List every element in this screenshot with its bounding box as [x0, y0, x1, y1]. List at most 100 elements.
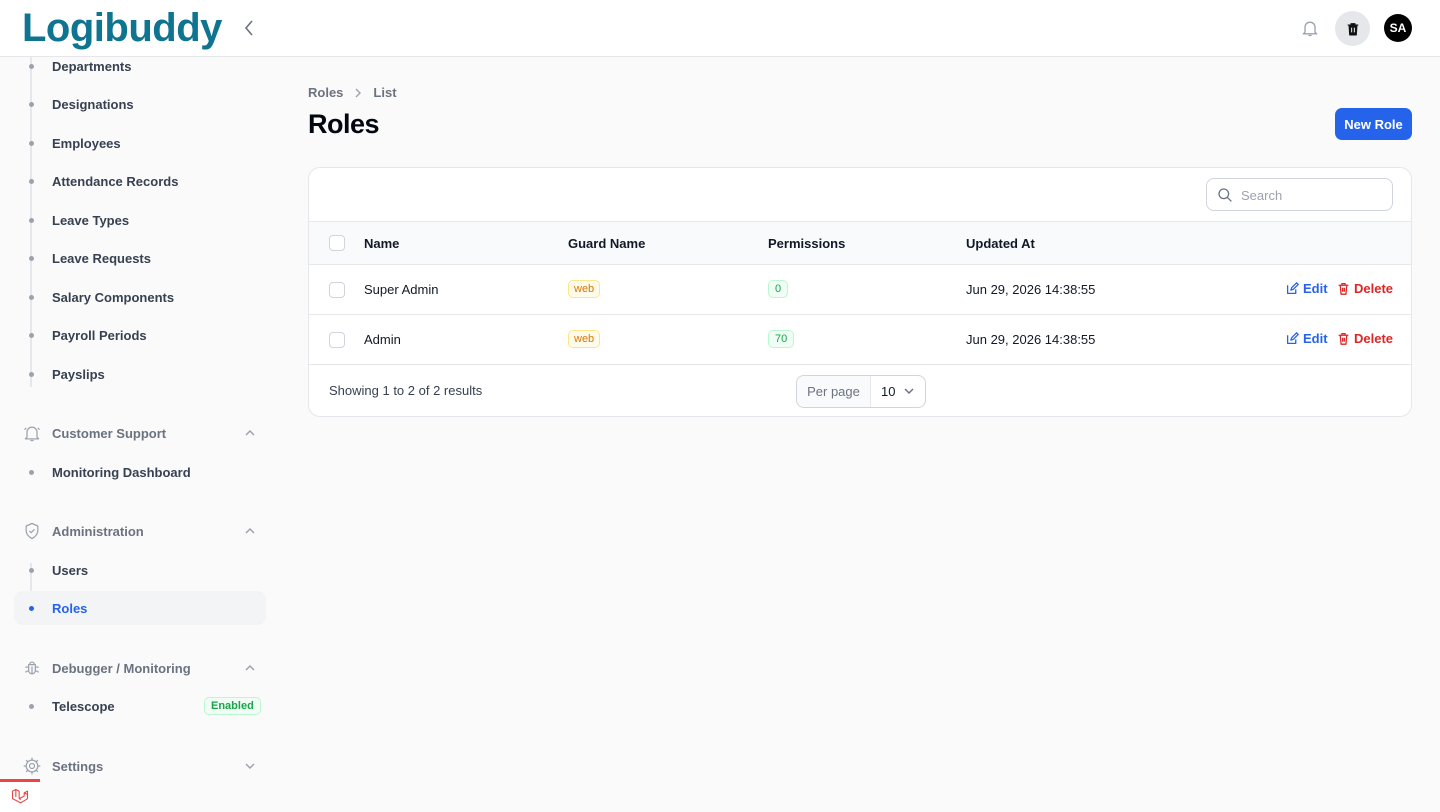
sidebar-item-users[interactable]: Users [14, 553, 266, 587]
sidebar-group-label: Settings [52, 758, 104, 774]
sidebar-item-label: Monitoring Dashboard [52, 464, 191, 480]
sidebar-group-customer-support[interactable]: Customer Support [14, 418, 266, 448]
sidebar-item-designations[interactable]: Designations [14, 87, 266, 121]
permissions-count-badge: 70 [768, 330, 795, 348]
roles-table-card: Name Guard Name Permissions Updated At S… [308, 167, 1412, 417]
chevron-down-icon [904, 388, 914, 395]
breadcrumb: Roles List [308, 85, 397, 100]
breadcrumb-current: List [373, 85, 397, 100]
sidebar: Departments Designations Employees Atten… [0, 57, 280, 812]
per-page-label: Per page [797, 376, 871, 407]
sidebar-item-label: Payslips [52, 366, 105, 382]
sidebar-item-payslips[interactable]: Payslips [14, 357, 266, 391]
chevron-down-icon [242, 758, 258, 774]
new-role-button[interactable]: New Role [1335, 108, 1412, 140]
sidebar-group-label: Debugger / Monitoring [52, 660, 191, 676]
per-page-select: Per page 10 [796, 375, 926, 408]
sidebar-item-payroll-periods[interactable]: Payroll Periods [14, 318, 266, 352]
sidebar-group-label: Customer Support [52, 425, 167, 441]
delete-button[interactable]: Delete [1337, 281, 1393, 296]
bullet-icon [29, 469, 34, 475]
sidebar-group-settings[interactable]: Settings [14, 751, 266, 781]
notifications-button[interactable] [1298, 16, 1322, 40]
row-checkbox[interactable] [329, 282, 345, 298]
permissions-count-badge: 0 [768, 280, 789, 298]
sidebar-item-telescope[interactable]: Telescope Enabled [14, 689, 266, 723]
clear-cache-button[interactable] [1335, 11, 1370, 46]
bullet-icon [29, 101, 34, 107]
sidebar-item-roles[interactable]: Roles [14, 591, 266, 625]
sidebar-group-debugger[interactable]: Debugger / Monitoring [14, 653, 266, 683]
table-header: Name Guard Name Permissions Updated At [309, 221, 1411, 265]
updated-at: Jun 29, 2026 14:38:55 [966, 332, 1096, 347]
sidebar-item-departments[interactable]: Departments [14, 49, 266, 83]
sidebar-item-label: Telescope [52, 698, 115, 714]
sidebar-item-monitoring-dashboard[interactable]: Monitoring Dashboard [14, 455, 266, 489]
collapse-sidebar-button[interactable] [238, 16, 260, 40]
bullet-icon [29, 294, 34, 300]
bug-icon [22, 658, 42, 678]
sidebar-item-label: Attendance Records [52, 173, 179, 189]
updated-at: Jun 29, 2026 14:38:55 [966, 282, 1096, 297]
sidebar-item-leave-types[interactable]: Leave Types [14, 203, 266, 237]
chevron-up-icon [242, 660, 258, 676]
laravel-debugbar-button[interactable] [0, 779, 40, 812]
pagination-summary: Showing 1 to 2 of 2 results [329, 383, 483, 398]
row-checkbox[interactable] [329, 332, 345, 348]
chevron-up-icon [242, 425, 258, 441]
trash-icon [1338, 282, 1349, 295]
sidebar-item-label: Employees [52, 135, 121, 151]
edit-icon [1286, 332, 1299, 345]
delete-label: Delete [1354, 281, 1394, 296]
chevron-up-icon [242, 523, 258, 539]
bullet-icon [29, 217, 34, 223]
bullet-icon [29, 371, 34, 377]
table-row[interactable]: Super Admin web 0 Jun 29, 2026 14:38:55 … [309, 265, 1411, 315]
column-header-name[interactable]: Name [364, 236, 399, 251]
edit-label: Edit [1303, 331, 1328, 346]
bullet-icon [29, 178, 34, 184]
search-input[interactable] [1241, 185, 1386, 205]
sidebar-item-label: Users [52, 562, 89, 578]
breadcrumb-roles-link[interactable]: Roles [308, 85, 343, 100]
page-title: Roles [308, 109, 380, 139]
bullet-icon [29, 63, 34, 69]
trash-icon [1347, 22, 1358, 35]
select-all-checkbox[interactable] [329, 235, 345, 251]
column-header-guard-name[interactable]: Guard Name [568, 236, 645, 251]
edit-button[interactable]: Edit [1286, 331, 1328, 346]
table-row[interactable]: Admin web 70 Jun 29, 2026 14:38:55 Edit … [309, 315, 1411, 365]
column-header-permissions[interactable]: Permissions [768, 236, 845, 251]
guard-badge: web [568, 330, 601, 348]
bullet-icon [29, 255, 34, 261]
delete-button[interactable]: Delete [1337, 331, 1393, 346]
bullet-icon [29, 605, 34, 611]
edit-button[interactable]: Edit [1286, 281, 1328, 296]
role-name: Super Admin [364, 282, 439, 297]
gear-icon [22, 756, 42, 776]
column-header-updated-at[interactable]: Updated At [966, 236, 1035, 251]
guard-badge: web [568, 280, 601, 298]
bullet-icon [29, 140, 34, 146]
sidebar-item-leave-requests[interactable]: Leave Requests [14, 241, 266, 275]
sidebar-item-label: Salary Components [52, 289, 175, 305]
logo-text-a: Logi [22, 6, 105, 50]
search-box [1206, 178, 1393, 211]
sidebar-item-salary-components[interactable]: Salary Components [14, 280, 266, 314]
sidebar-item-label: Departments [52, 58, 132, 74]
sidebar-item-employees[interactable]: Employees [14, 126, 266, 160]
sidebar-group-label: Administration [52, 523, 144, 539]
sidebar-group-administration[interactable]: Administration [14, 516, 266, 546]
status-badge: Enabled [204, 697, 261, 715]
sidebar-item-label: Roles [52, 600, 88, 616]
user-avatar[interactable]: SA [1384, 14, 1412, 42]
search-icon [1218, 188, 1232, 202]
bell-icon [1302, 21, 1318, 37]
edit-label: Edit [1303, 281, 1328, 296]
sidebar-item-attendance-records[interactable]: Attendance Records [14, 164, 266, 198]
per-page-value: 10 [881, 384, 896, 399]
per-page-dropdown[interactable]: 10 [871, 376, 925, 407]
app-logo[interactable]: Logibuddy [22, 6, 222, 50]
edit-icon [1286, 282, 1299, 295]
bullet-icon [29, 703, 34, 709]
